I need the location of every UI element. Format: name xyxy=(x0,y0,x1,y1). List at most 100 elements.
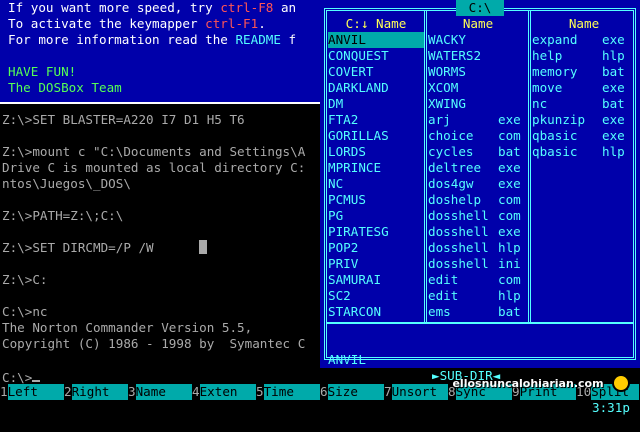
file-column-2: Name WACKY WATERS2 WORMS XCOM XWING arj exe cho… xyxy=(428,16,528,320)
fkey-2-button[interactable]: 2Right xyxy=(64,384,128,400)
norton-commander-panel[interactable]: C:\ C:↓ Name ANVIL CONQUEST COVERT DARKLAND… xyxy=(320,0,640,415)
selected-file-entry[interactable]: ANVIL xyxy=(328,32,424,48)
file-entry[interactable]: cycles bat xyxy=(428,144,528,160)
file-extension: com xyxy=(498,192,521,207)
directory-entry[interactable]: XCOM xyxy=(428,80,528,96)
directory-entry[interactable]: MPRINCE xyxy=(328,160,424,176)
fkey-5-button[interactable]: 5Time xyxy=(256,384,320,400)
fkey-label: Exten xyxy=(199,384,256,400)
directory-entry[interactable]: PIRATESG xyxy=(328,224,424,240)
console-line: ntos\Juegos\_DOS\ xyxy=(2,176,131,191)
directory-entry[interactable]: CONQUEST xyxy=(328,48,424,64)
banner-text: To activate the keymapper xyxy=(8,16,206,31)
file-name: doshelp xyxy=(428,192,482,207)
file-entry[interactable]: dosshell com xyxy=(428,208,528,224)
column-divider xyxy=(528,11,531,324)
banner-blank xyxy=(0,48,326,64)
file-extension: hlp xyxy=(602,48,625,63)
banner-line-readme: For more information read the README f xyxy=(0,32,326,48)
file-name: qbasic xyxy=(532,144,578,159)
file-name: move xyxy=(532,80,563,95)
directory-entry[interactable]: PCMUS xyxy=(328,192,424,208)
file-entry[interactable]: choice com xyxy=(428,128,528,144)
fkey-7-button[interactable]: 7Unsort xyxy=(384,384,448,400)
directory-entry[interactable]: WATERS2 xyxy=(428,48,528,64)
file-extension: exe xyxy=(498,160,521,175)
directory-entry[interactable]: DM xyxy=(328,96,424,112)
directory-entry[interactable]: WACKY xyxy=(428,32,528,48)
directory-entry[interactable]: LORDS xyxy=(328,144,424,160)
file-name: WACKY xyxy=(428,32,466,47)
column-header-name[interactable]: Name xyxy=(532,16,636,32)
file-entry[interactable]: dos4gw exe xyxy=(428,176,528,192)
directory-entry[interactable]: WORMS xyxy=(428,64,528,80)
command-prompt[interactable]: C:\> xyxy=(2,368,41,385)
file-name: ems xyxy=(428,304,451,319)
file-entry[interactable]: arj exe xyxy=(428,112,528,128)
status-divider xyxy=(327,322,633,324)
fkey-label: Unsort xyxy=(391,384,448,400)
file-extension: exe xyxy=(602,32,625,47)
file-name: nc xyxy=(532,96,548,111)
file-entry[interactable]: move exe xyxy=(532,80,636,96)
file-entry[interactable]: expand exe xyxy=(532,32,636,48)
fkey-1-button[interactable]: 1Left xyxy=(0,384,64,400)
file-entry[interactable]: qbasic hlp xyxy=(532,144,636,160)
file-entry[interactable]: doshelp com xyxy=(428,192,528,208)
file-name: edit xyxy=(428,288,459,303)
file-entry[interactable]: dosshell exe xyxy=(428,224,528,240)
have-fun-text: HAVE FUN! xyxy=(8,64,77,79)
file-entry[interactable]: deltree exe xyxy=(428,160,528,176)
speed-key: ctrl-F8 xyxy=(220,0,274,15)
file-entry[interactable]: ems bat xyxy=(428,304,528,320)
banner-line-speed: If you want more speed, try ctrl-F8 an xyxy=(0,0,326,16)
file-entry[interactable]: edit hlp xyxy=(428,288,528,304)
fkey-6-button[interactable]: 6Size xyxy=(320,384,384,400)
column-header-name[interactable]: Name xyxy=(428,16,528,32)
directory-entry[interactable]: COVERT xyxy=(328,64,424,80)
file-extension: hlp xyxy=(498,240,521,255)
file-column-1: C:↓ Name ANVIL CONQUEST COVERT DARKLAND DM FT… xyxy=(328,16,424,320)
directory-entry[interactable]: XWING xyxy=(428,96,528,112)
directory-entry[interactable]: POP2 xyxy=(328,240,424,256)
directory-entry[interactable]: SC2 xyxy=(328,288,424,304)
fkey-number: 4 xyxy=(192,384,200,399)
file-entry[interactable]: edit com xyxy=(428,272,528,288)
directory-entry[interactable]: FTA2 xyxy=(328,112,424,128)
file-entry[interactable]: nc bat xyxy=(532,96,636,112)
file-name: dosshell xyxy=(428,208,489,223)
file-entry[interactable]: pkunzip exe xyxy=(532,112,636,128)
column-header-name[interactable]: C:↓ Name xyxy=(328,16,424,32)
file-entry[interactable]: dosshell hlp xyxy=(428,240,528,256)
directory-entry[interactable]: SAMURAI xyxy=(328,272,424,288)
file-extension: exe xyxy=(602,80,625,95)
dosbox-team-text: The DOSBox Team xyxy=(8,80,122,95)
file-entry[interactable]: help hlp xyxy=(532,48,636,64)
block-cursor xyxy=(199,240,208,254)
directory-entry[interactable]: DARKLAND xyxy=(328,80,424,96)
directory-entry[interactable]: NC xyxy=(328,176,424,192)
console-line: C:\>nc xyxy=(2,304,48,319)
console-line: Z:\>mount c "C:\Documents and Settings\A xyxy=(2,144,306,159)
file-extension: exe xyxy=(602,112,625,127)
file-entry[interactable]: qbasic exe xyxy=(532,128,636,144)
directory-entry[interactable]: STARCON xyxy=(328,304,424,320)
file-entry[interactable]: memory bat xyxy=(532,64,636,80)
file-entry[interactable]: dosshell ini xyxy=(428,256,528,272)
file-name: pkunzip xyxy=(532,112,586,127)
fkey-number: 3 xyxy=(128,384,136,399)
dosbox-welcome-banner: If you want more speed, try ctrl-F8 an T… xyxy=(0,0,328,104)
fkey-3-button[interactable]: 3Name xyxy=(128,384,192,400)
banner-text: If you want more speed, try xyxy=(8,0,221,15)
file-status-bar: ANVIL ►SUB-DIR◄ 10-29-04 3:31p xyxy=(328,336,632,415)
directory-entry[interactable]: GORILLAS xyxy=(328,128,424,144)
directory-entry[interactable]: PG xyxy=(328,208,424,224)
file-name: dos4gw xyxy=(428,176,474,191)
banner-text: an xyxy=(273,0,297,15)
file-name: help xyxy=(532,48,563,63)
console-line: Z:\>SET DIRCMD=/P /W xyxy=(0,240,322,256)
column-divider xyxy=(424,11,427,324)
fkey-4-button[interactable]: 4Exten xyxy=(192,384,256,400)
directory-entry[interactable]: PRIV xyxy=(328,256,424,272)
